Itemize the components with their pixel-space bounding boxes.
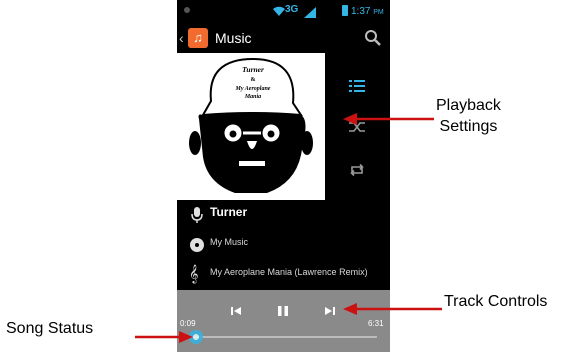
status-clock: 1:37 PM bbox=[351, 6, 384, 17]
elapsed-time: 0:09 bbox=[180, 319, 196, 328]
page-title: Music bbox=[215, 30, 252, 46]
search-icon[interactable] bbox=[363, 28, 383, 48]
artist-name: Turner bbox=[210, 205, 248, 219]
album-art-text-2: & bbox=[251, 77, 256, 83]
microphone-icon bbox=[189, 206, 205, 224]
track-controls-callout: Track Controls bbox=[444, 293, 548, 310]
song-row[interactable]: 𝄞 My Aeroplane Mania (Lawrence Remix) bbox=[177, 260, 390, 290]
treble-clef-icon: 𝄞 bbox=[189, 266, 199, 283]
track-controls-arrow bbox=[343, 303, 442, 315]
wifi-icon bbox=[273, 6, 285, 19]
album-art-text-4: Mania bbox=[244, 94, 261, 100]
playback-settings-callout: Playback Settings bbox=[436, 95, 501, 137]
song-status-arrow bbox=[135, 331, 193, 343]
network-type: 3G bbox=[285, 4, 299, 15]
next-track-button[interactable] bbox=[318, 302, 342, 320]
seek-bar[interactable] bbox=[189, 336, 377, 338]
playback-settings-arrow bbox=[343, 113, 434, 125]
signal-icon bbox=[304, 5, 316, 18]
playback-settings-panel bbox=[325, 53, 390, 200]
artist-row[interactable]: Turner bbox=[177, 200, 390, 230]
playlist-icon[interactable] bbox=[349, 79, 365, 98]
disc-icon bbox=[189, 236, 205, 254]
music-app-icon[interactable]: ♫ bbox=[188, 28, 208, 48]
album-art-drawing: Turner & My Aeroplane Mania bbox=[189, 57, 313, 193]
previous-track-button[interactable] bbox=[224, 302, 248, 320]
battery-icon bbox=[342, 5, 348, 16]
album-art: Turner & My Aeroplane Mania bbox=[177, 53, 325, 200]
album-row[interactable]: My Music bbox=[177, 230, 390, 260]
status-bar: 3G 1:37 PM bbox=[177, 0, 390, 24]
album-art-text-1: Turner bbox=[242, 65, 264, 74]
back-chevron-icon[interactable]: ‹ bbox=[179, 30, 184, 46]
notification-icon bbox=[184, 7, 190, 13]
track-controls: 0:09 6:31 bbox=[177, 290, 390, 352]
song-title: My Aeroplane Mania (Lawrence Remix) bbox=[210, 267, 368, 277]
pause-button[interactable] bbox=[271, 302, 295, 320]
song-status-callout: Song Status bbox=[6, 320, 94, 337]
album-name: My Music bbox=[210, 237, 248, 247]
album-art-text-3: My Aeroplane bbox=[235, 86, 271, 92]
repeat-icon[interactable] bbox=[349, 163, 365, 182]
phone-screen: 3G 1:37 PM ‹ ♫ Music Turner & My Aeropla… bbox=[177, 0, 390, 352]
app-bar: ‹ ♫ Music bbox=[177, 24, 390, 55]
total-duration: 6:31 bbox=[368, 319, 384, 328]
callout-line-1: Playback bbox=[436, 97, 501, 114]
callout-line-2: Settings bbox=[439, 118, 498, 135]
